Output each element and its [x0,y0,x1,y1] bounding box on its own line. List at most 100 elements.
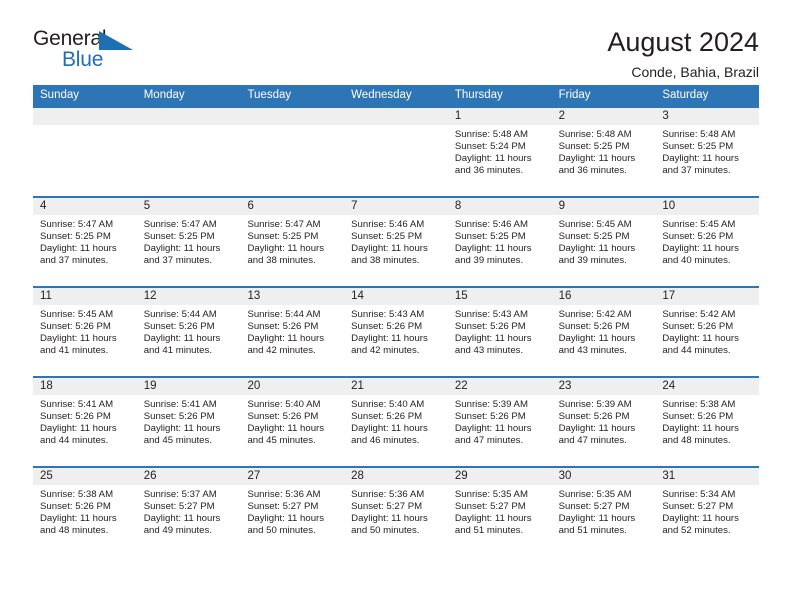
day-cell[interactable]: 6 Sunrise: 5:47 AM Sunset: 5:25 PM Dayli… [240,197,345,286]
day-number: 20 [240,377,345,395]
day-cell[interactable]: 16 Sunrise: 5:42 AM Sunset: 5:26 PM Dayl… [551,287,656,376]
day-number: 1 [447,107,552,125]
daylight-text-line2: and 44 minutes. [40,434,109,446]
day-cell[interactable]: 28 Sunrise: 5:36 AM Sunset: 5:27 PM Dayl… [344,467,448,556]
day-cell[interactable]: 12 Sunrise: 5:44 AM Sunset: 5:26 PM Dayl… [136,287,241,376]
daylight-text-line2: and 37 minutes. [143,254,212,266]
sunrise-text: Sunrise: 5:46 AM [351,218,425,230]
sunrise-text: Sunrise: 5:47 AM [143,218,217,230]
day-cell[interactable]: 23 Sunrise: 5:39 AM Sunset: 5:26 PM Dayl… [551,377,656,466]
day-number: 29 [447,467,552,485]
daylight-text-line2: and 37 minutes. [662,164,731,176]
daylight-text-line1: Daylight: 11 hours [454,422,532,434]
day-number: 28 [344,467,448,485]
week-row: 11 Sunrise: 5:45 AM Sunset: 5:26 PM Dayl… [33,285,760,376]
sunrise-text: Sunrise: 5:48 AM [558,128,632,140]
sunset-text: Sunset: 5:26 PM [247,320,319,332]
sunrise-text: Sunrise: 5:43 AM [454,308,528,320]
day-details: Sunrise: 5:43 AM Sunset: 5:26 PM Dayligh… [344,305,448,357]
day-cell[interactable]: 2 Sunrise: 5:48 AM Sunset: 5:25 PM Dayli… [551,107,656,196]
weekday-header-thursday: Thursday [454,89,503,101]
day-cell[interactable]: 18 Sunrise: 5:41 AM Sunset: 5:26 PM Dayl… [33,377,137,466]
day-cell[interactable] [240,107,345,196]
day-details: Sunrise: 5:48 AM Sunset: 5:24 PM Dayligh… [448,125,552,177]
day-cell[interactable]: 27 Sunrise: 5:36 AM Sunset: 5:27 PM Dayl… [240,467,345,556]
daylight-text-line1: Daylight: 11 hours [351,422,428,434]
day-cell[interactable]: 22 Sunrise: 5:39 AM Sunset: 5:26 PM Dayl… [447,377,552,466]
day-number: 23 [551,377,656,395]
daylight-text-line2: and 36 minutes. [558,164,627,176]
daylight-text-line1: Daylight: 11 hours [454,332,532,344]
general-blue-logo: General Blue [33,28,163,74]
sunrise-text: Sunrise: 5:48 AM [454,128,528,140]
day-cell[interactable]: 3 Sunrise: 5:48 AM Sunset: 5:25 PM Dayli… [655,107,760,196]
daylight-text-line2: and 42 minutes. [247,344,316,356]
daylight-text-line2: and 52 minutes. [662,524,731,536]
day-cell[interactable] [136,107,241,196]
day-number: 12 [136,287,241,305]
day-cell[interactable]: 1 Sunrise: 5:48 AM Sunset: 5:24 PM Dayli… [447,107,552,196]
sunrise-text: Sunrise: 5:42 AM [662,308,736,320]
day-details: Sunrise: 5:39 AM Sunset: 5:26 PM Dayligh… [552,395,656,447]
day-cell[interactable]: 14 Sunrise: 5:43 AM Sunset: 5:26 PM Dayl… [344,287,448,376]
sunrise-text: Sunrise: 5:39 AM [558,398,632,410]
day-cell[interactable]: 4 Sunrise: 5:47 AM Sunset: 5:25 PM Dayli… [33,197,137,286]
day-cell[interactable]: 24 Sunrise: 5:38 AM Sunset: 5:26 PM Dayl… [655,377,760,466]
day-cell[interactable]: 25 Sunrise: 5:38 AM Sunset: 5:26 PM Dayl… [33,467,137,556]
day-cell[interactable]: 7 Sunrise: 5:46 AM Sunset: 5:25 PM Dayli… [344,197,448,286]
day-details: Sunrise: 5:42 AM Sunset: 5:26 PM Dayligh… [655,305,759,357]
sunrise-text: Sunrise: 5:35 AM [558,488,632,500]
sunset-text: Sunset: 5:26 PM [558,320,630,332]
sunset-text: Sunset: 5:26 PM [662,320,734,332]
sunset-text: Sunset: 5:26 PM [351,320,423,332]
daylight-text-line1: Daylight: 11 hours [558,242,636,254]
calendar-page: General Blue August 2024 Conde, Bahia, B… [0,0,792,612]
day-cell[interactable]: 26 Sunrise: 5:37 AM Sunset: 5:27 PM Dayl… [136,467,241,556]
sunset-text: Sunset: 5:27 PM [351,500,423,512]
day-details: Sunrise: 5:38 AM Sunset: 5:26 PM Dayligh… [33,485,137,537]
day-details: Sunrise: 5:39 AM Sunset: 5:26 PM Dayligh… [448,395,552,447]
daylight-text-line2: and 45 minutes. [143,434,212,446]
sunset-text: Sunset: 5:26 PM [247,410,319,422]
day-number: 21 [344,377,448,395]
day-cell[interactable]: 9 Sunrise: 5:45 AM Sunset: 5:25 PM Dayli… [551,197,656,286]
sunset-text: Sunset: 5:25 PM [558,140,630,152]
day-cell[interactable]: 20 Sunrise: 5:40 AM Sunset: 5:26 PM Dayl… [240,377,345,466]
daylight-text-line2: and 38 minutes. [351,254,420,266]
sunset-text: Sunset: 5:26 PM [143,320,215,332]
sunrise-text: Sunrise: 5:38 AM [662,398,736,410]
day-cell[interactable]: 15 Sunrise: 5:43 AM Sunset: 5:26 PM Dayl… [447,287,552,376]
day-cell[interactable]: 10 Sunrise: 5:45 AM Sunset: 5:26 PM Dayl… [655,197,760,286]
day-cell[interactable]: 11 Sunrise: 5:45 AM Sunset: 5:26 PM Dayl… [33,287,137,376]
daylight-text-line2: and 50 minutes. [247,524,316,536]
daylight-text-line1: Daylight: 11 hours [247,422,325,434]
day-cell[interactable]: 13 Sunrise: 5:44 AM Sunset: 5:26 PM Dayl… [240,287,345,376]
daylight-text-line1: Daylight: 11 hours [662,152,739,164]
sunset-text: Sunset: 5:26 PM [662,230,734,242]
day-details: Sunrise: 5:44 AM Sunset: 5:26 PM Dayligh… [137,305,241,357]
daylight-text-line2: and 39 minutes. [558,254,627,266]
daylight-text-line2: and 46 minutes. [351,434,420,446]
day-cell[interactable]: 17 Sunrise: 5:42 AM Sunset: 5:26 PM Dayl… [655,287,760,376]
daylight-text-line1: Daylight: 11 hours [662,422,739,434]
daylight-text-line1: Daylight: 11 hours [454,242,532,254]
day-cell[interactable] [33,107,137,196]
day-cell[interactable]: 19 Sunrise: 5:41 AM Sunset: 5:26 PM Dayl… [136,377,241,466]
month-calendar: Sunday Monday Tuesday Wednesday Thursday… [33,85,760,556]
day-cell[interactable]: 29 Sunrise: 5:35 AM Sunset: 5:27 PM Dayl… [447,467,552,556]
sunrise-text: Sunrise: 5:47 AM [247,218,321,230]
day-cell[interactable] [344,107,448,196]
day-cell[interactable]: 21 Sunrise: 5:40 AM Sunset: 5:26 PM Dayl… [344,377,448,466]
weekday-header-friday: Friday [558,89,591,101]
day-cell[interactable]: 30 Sunrise: 5:35 AM Sunset: 5:27 PM Dayl… [551,467,656,556]
sunrise-text: Sunrise: 5:47 AM [40,218,114,230]
day-cell[interactable]: 31 Sunrise: 5:34 AM Sunset: 5:27 PM Dayl… [655,467,760,556]
day-cell[interactable]: 5 Sunrise: 5:47 AM Sunset: 5:25 PM Dayli… [136,197,241,286]
daylight-text-line2: and 45 minutes. [247,434,316,446]
sunrise-text: Sunrise: 5:48 AM [662,128,736,140]
daylight-text-line2: and 51 minutes. [454,524,524,536]
day-details: Sunrise: 5:36 AM Sunset: 5:27 PM Dayligh… [240,485,344,537]
day-details: Sunrise: 5:41 AM Sunset: 5:26 PM Dayligh… [33,395,137,447]
daylight-text-line1: Daylight: 11 hours [143,242,221,254]
day-cell[interactable]: 8 Sunrise: 5:46 AM Sunset: 5:25 PM Dayli… [447,197,552,286]
